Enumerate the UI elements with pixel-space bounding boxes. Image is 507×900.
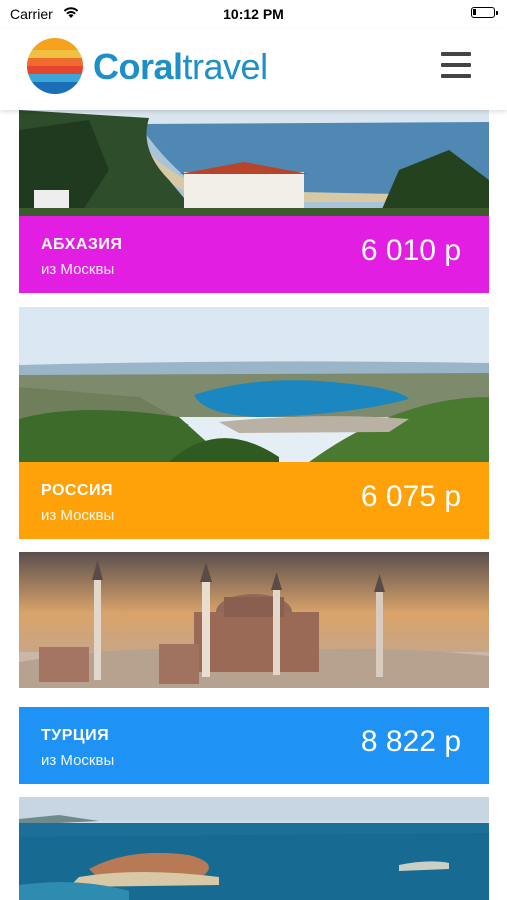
country-name: АБХАЗИЯ bbox=[41, 236, 123, 253]
tour-card-russia[interactable]: РОССИЯ из Москвы 6 075 р bbox=[19, 307, 489, 539]
tour-price: 8 822 р bbox=[360, 725, 461, 758]
hamburger-menu-icon[interactable] bbox=[441, 52, 471, 78]
turkey-photo bbox=[19, 552, 489, 688]
battery-icon bbox=[471, 7, 498, 18]
tour-card-bar: АБХАЗИЯ из Москвы 6 010 р bbox=[19, 216, 489, 293]
tour-card-bar: РОССИЯ из Москвы 6 075 р bbox=[19, 462, 489, 539]
departure-city: из Москвы bbox=[41, 752, 115, 769]
status-bar: Carrier 10:12 PM bbox=[0, 0, 507, 28]
departure-city: из Москвы bbox=[41, 507, 115, 524]
coral-logo-icon bbox=[27, 38, 83, 94]
departure-city: из Москвы bbox=[41, 261, 115, 278]
country-name: ТУРЦИЯ bbox=[41, 727, 110, 744]
app-header: Coraltravel bbox=[0, 28, 507, 110]
clock: 10:12 PM bbox=[223, 6, 284, 22]
brand-name-part2: travel bbox=[182, 46, 269, 87]
tour-price: 6 075 р bbox=[360, 480, 461, 513]
russia-photo bbox=[19, 307, 489, 462]
brand-name-part1: Coral bbox=[93, 46, 183, 87]
tour-card-bar: ТУРЦИЯ из Москвы 8 822 р bbox=[19, 707, 489, 784]
country-name: РОССИЯ bbox=[41, 482, 114, 499]
brand-name: Coraltravel bbox=[93, 46, 268, 88]
tour-list: АБХАЗИЯ из Москвы 6 010 р РОССИЯ из Моск… bbox=[19, 110, 489, 900]
tour-card-partial[interactable] bbox=[19, 797, 489, 900]
tour-card-abkhazia[interactable]: АБХАЗИЯ из Москвы 6 010 р bbox=[19, 110, 489, 293]
island-photo bbox=[19, 797, 489, 900]
abkhazia-photo bbox=[19, 110, 489, 216]
tour-card-turkey[interactable]: ТУРЦИЯ из Москвы 8 822 р bbox=[19, 552, 489, 784]
tour-price: 6 010 р bbox=[360, 234, 461, 267]
